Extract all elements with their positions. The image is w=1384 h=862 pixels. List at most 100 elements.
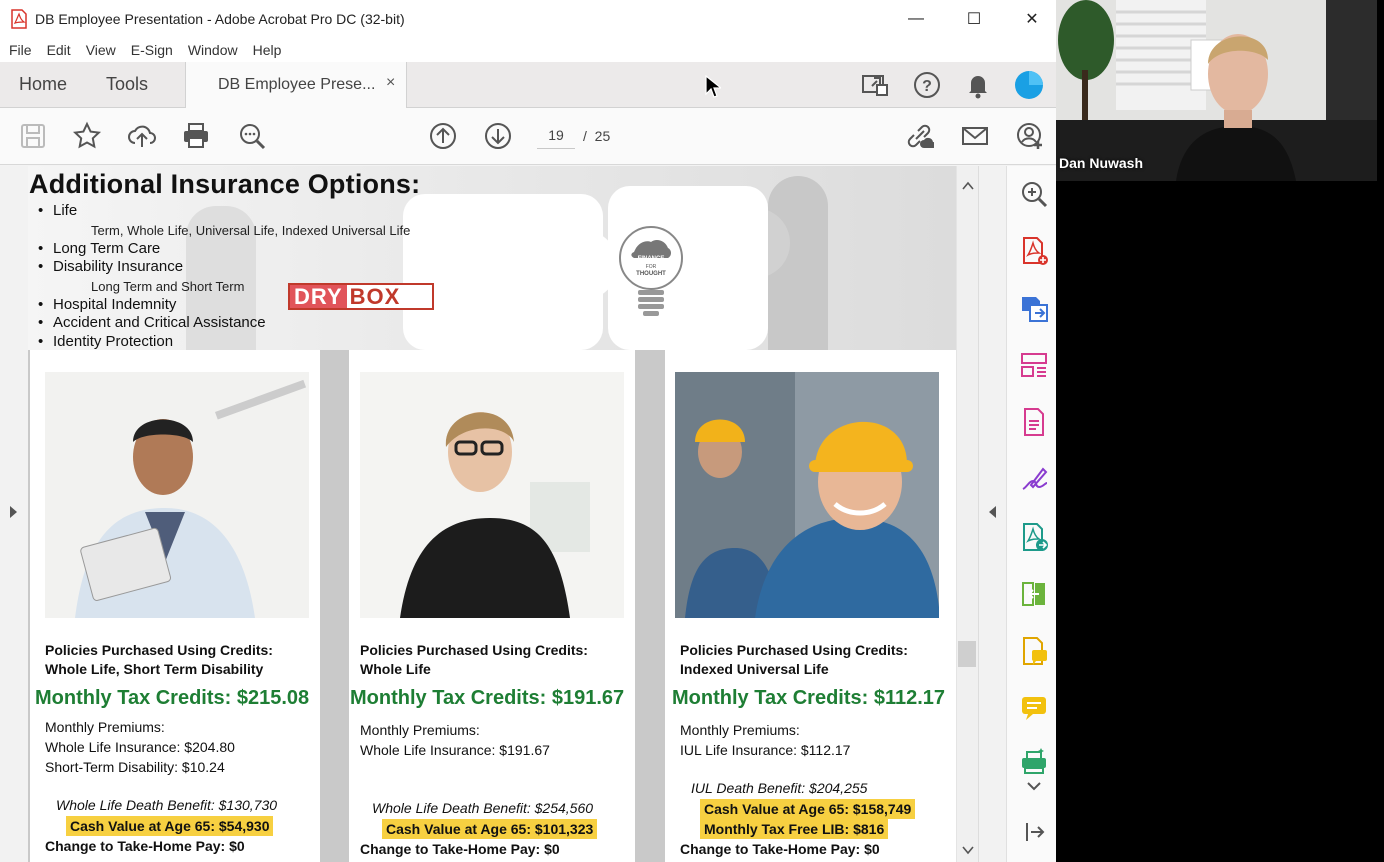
insurance-options-list: Life Term, Whole Life, Universal Life, I…: [38, 202, 410, 351]
card-premiums: Monthly Premiums: Whole Life Insurance: …: [360, 720, 550, 760]
card-policy-line2: Whole Life: [360, 661, 431, 677]
menu-help[interactable]: Help: [253, 38, 282, 62]
create-pdf-icon[interactable]: [1019, 236, 1049, 266]
finance-for-thought-bulb-logo: FINANCE FOR THOUGHT: [619, 226, 683, 316]
export-pdf-icon[interactable]: [1019, 293, 1049, 323]
drybox-logo: DRY BOX: [288, 283, 434, 310]
vertical-scrollbar[interactable]: [956, 166, 978, 862]
share-review-icon[interactable]: [860, 70, 890, 100]
window-title: DB Employee Presentation - Adobe Acrobat…: [35, 11, 405, 27]
menu-window[interactable]: Window: [188, 38, 238, 62]
scroll-down-icon[interactable]: [962, 845, 974, 855]
next-page-icon[interactable]: [483, 121, 513, 151]
businesswoman-photo: [360, 372, 624, 618]
bookmark-star-icon[interactable]: [72, 121, 102, 151]
maximize-button[interactable]: ☐: [951, 4, 997, 34]
card-cash-value-highlight: Cash Value at Age 65: $158,749: [700, 799, 916, 819]
card-monthly-credits: Monthly Tax Credits: $112.17: [672, 687, 946, 709]
send-for-review-icon[interactable]: [1019, 522, 1049, 552]
card-death-benefit: Whole Life Death Benefit: $254,560: [372, 800, 594, 816]
card-policy-line1: Policies Purchased Using Credits:: [45, 642, 273, 658]
card-premiums: Monthly Premiums: IUL Life Insurance: $1…: [680, 720, 850, 760]
page-total-count: 25: [594, 128, 611, 144]
add-user-icon[interactable]: [1015, 121, 1045, 151]
card-take-home: Change to Take-Home Pay: $0: [360, 841, 560, 857]
account-avatar-icon[interactable]: [1014, 70, 1044, 100]
tab-home[interactable]: Home: [19, 74, 67, 95]
pdf-page: FINANCE FOR THOUGHT Additional Insurance…: [28, 166, 956, 862]
collapse-right-panel-icon[interactable]: [987, 504, 999, 520]
acrobat-window: DB Employee Presentation - Adobe Acrobat…: [0, 0, 1056, 862]
card-death-benefit: IUL Death Benefit: $204,255: [691, 780, 868, 796]
webcam-scene: [1056, 0, 1377, 181]
card-cash-value-highlight: Cash Value at Age 65: $54,930: [66, 816, 274, 836]
employee-card-3: Policies Purchased Using Credits: Indexe…: [665, 350, 956, 862]
tab-document-label: DB Employee Prese...: [218, 76, 376, 93]
fill-sign-icon[interactable]: [1019, 465, 1049, 495]
notifications-bell-icon[interactable]: [963, 70, 993, 100]
comment-icon[interactable]: [1019, 693, 1049, 723]
zoom-search-icon[interactable]: [1019, 179, 1049, 209]
list-item: Life: [38, 202, 410, 221]
close-window-button[interactable]: ✕: [1009, 4, 1055, 34]
menu-esign[interactable]: E-Sign: [131, 38, 173, 62]
card-policy-line1: Policies Purchased Using Credits:: [680, 642, 908, 658]
card-premiums-title: Monthly Premiums:: [680, 722, 800, 738]
list-item: Long Term Care: [38, 240, 410, 259]
construction-worker-photo: [675, 372, 939, 618]
card-premiums-title: Monthly Premiums:: [360, 722, 480, 738]
webcam-video: Dan Nuwash: [1056, 0, 1377, 181]
bulb-text-2: FOR: [646, 264, 657, 270]
bulb-text-3: THOUGHT: [636, 271, 666, 277]
scan-enhance-icon[interactable]: [1019, 746, 1049, 776]
search-zoom-icon[interactable]: [237, 121, 267, 151]
ghost-figure-right: [768, 176, 828, 350]
comment-file-icon[interactable]: [1019, 636, 1049, 666]
mouse-cursor-icon: [705, 75, 721, 98]
minimize-button[interactable]: —: [893, 4, 939, 34]
card-policy-title: Policies Purchased Using Credits: Indexe…: [680, 641, 908, 679]
compare-files-icon[interactable]: [1019, 579, 1049, 609]
toolbar: 19 / 25: [0, 108, 1056, 165]
card-premiums-title: Monthly Premiums:: [45, 719, 165, 735]
collapse-tools-pane-icon[interactable]: [1019, 817, 1049, 847]
card-policy-line2: Indexed Universal Life: [680, 661, 829, 677]
card-policy-line1: Policies Purchased Using Credits:: [360, 642, 588, 658]
tab-tools[interactable]: Tools: [106, 74, 148, 95]
page-number-input[interactable]: 19: [537, 127, 575, 149]
previous-page-icon[interactable]: [428, 121, 458, 151]
list-item: Accident and Critical Assistance: [38, 314, 410, 333]
print-icon[interactable]: [181, 121, 211, 151]
share-link-icon[interactable]: [904, 121, 934, 151]
expand-left-panel-icon[interactable]: [7, 504, 19, 520]
menu-file[interactable]: File: [9, 38, 32, 62]
card-tax-free-lib-highlight: Monthly Tax Free LIB: $816: [700, 819, 889, 839]
tab-document[interactable]: DB Employee Prese... ×: [185, 62, 407, 108]
title-bar: DB Employee Presentation - Adobe Acrobat…: [0, 0, 1056, 38]
help-icon[interactable]: ?: [912, 70, 942, 100]
edit-pdf-icon[interactable]: [1019, 407, 1049, 437]
scroll-thumb[interactable]: [958, 641, 976, 667]
participant-name: Dan Nuwash: [1059, 155, 1144, 171]
upload-cloud-icon[interactable]: [127, 121, 157, 151]
menu-view[interactable]: View: [86, 38, 116, 62]
card-premium-line: Whole Life Insurance: $204.80: [45, 739, 235, 755]
left-panel-strip: [0, 166, 28, 862]
scroll-up-icon[interactable]: [962, 181, 974, 191]
drybox-logo-box: BOX: [349, 284, 401, 309]
more-tools-chevron-down-icon[interactable]: [1026, 780, 1042, 792]
acrobat-icon: [11, 9, 27, 29]
tab-close-button[interactable]: ×: [386, 74, 395, 92]
card-cash-value-highlight: Cash Value at Age 65: $101,323: [382, 819, 598, 839]
tab-bar: Home Tools DB Employee Prese... ×: [0, 62, 1056, 108]
card-premiums: Monthly Premiums: Whole Life Insurance: …: [45, 717, 235, 777]
card-monthly-credits: Monthly Tax Credits: $191.67: [350, 687, 625, 709]
drybox-logo-dry: DRY: [290, 285, 347, 308]
email-icon[interactable]: [960, 121, 990, 151]
menu-edit[interactable]: Edit: [47, 38, 71, 62]
save-icon[interactable]: [18, 121, 48, 151]
list-sub-item: Term, Whole Life, Universal Life, Indexe…: [91, 222, 411, 238]
bulb-text-1: FINANCE: [638, 256, 665, 262]
card-take-home: Change to Take-Home Pay: $0: [680, 841, 880, 857]
organize-pages-icon[interactable]: [1019, 350, 1049, 380]
